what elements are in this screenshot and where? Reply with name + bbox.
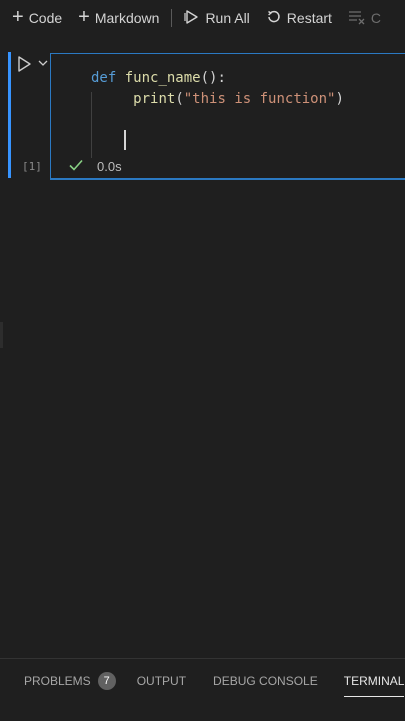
tab-problems[interactable]: PROBLEMS 7 <box>24 667 116 695</box>
indent-guide <box>91 92 92 158</box>
cell-bottom-border <box>50 179 405 180</box>
tab-label: DEBUG CONSOLE <box>213 674 318 688</box>
add-code-button[interactable]: + Code <box>0 0 70 36</box>
execution-time: 0.0s <box>97 159 122 174</box>
string-literal: "this is function" <box>183 91 336 107</box>
execution-count: [1] <box>22 160 42 173</box>
plus-icon: + <box>12 6 24 28</box>
tab-label: PROBLEMS <box>24 674 91 688</box>
add-code-label: Code <box>28 10 63 26</box>
run-cell-button[interactable] <box>14 54 34 74</box>
play-icon <box>18 56 31 72</box>
restart-label: Restart <box>286 10 332 26</box>
bottom-panel: PROBLEMS 7 OUTPUT DEBUG CONSOLE TERMINAL <box>0 658 405 721</box>
tab-label: TERMINAL <box>343 674 405 688</box>
panel-tab-bar: PROBLEMS 7 OUTPUT DEBUG CONSOLE TERMINAL <box>0 667 405 697</box>
add-markdown-button[interactable]: + Markdown <box>70 0 167 36</box>
add-markdown-label: Markdown <box>94 10 160 26</box>
restart-button[interactable]: Restart <box>258 0 340 36</box>
restart-icon <box>266 9 282 28</box>
code-block: def func_name(): print("this is function… <box>91 68 344 110</box>
tab-output[interactable]: OUTPUT <box>137 667 186 695</box>
code-punctuation: ( <box>175 91 184 107</box>
run-all-button[interactable]: Run All <box>176 0 257 36</box>
tab-terminal[interactable]: TERMINAL <box>343 667 405 697</box>
run-all-label: Run All <box>205 10 250 26</box>
code-punctuation: (): <box>200 70 226 86</box>
plus-icon: + <box>78 6 90 28</box>
print-call: print <box>133 91 176 107</box>
code-cell[interactable]: def func_name(): print("this is function… <box>0 52 405 180</box>
function-name: func_name <box>124 70 201 86</box>
tab-debug-console[interactable]: DEBUG CONSOLE <box>213 667 318 695</box>
problems-count-badge: 7 <box>97 672 116 690</box>
chevron-down-icon[interactable] <box>37 56 49 68</box>
notebook-toolbar: + Code + Markdown Run All Restart C <box>0 0 405 36</box>
code-punctuation: ) <box>335 91 344 107</box>
clear-outputs-label: C <box>370 10 382 26</box>
success-check-icon <box>68 157 84 173</box>
toolbar-divider <box>171 9 173 27</box>
cell-focus-indicator <box>8 52 11 178</box>
clear-outputs-button[interactable]: C <box>340 0 389 36</box>
tab-label: OUTPUT <box>136 674 187 688</box>
run-all-icon <box>184 9 200 28</box>
text-cursor <box>124 130 126 150</box>
clear-all-icon <box>348 9 366 28</box>
sash-handle[interactable] <box>0 322 3 348</box>
keyword-def: def <box>91 70 117 86</box>
